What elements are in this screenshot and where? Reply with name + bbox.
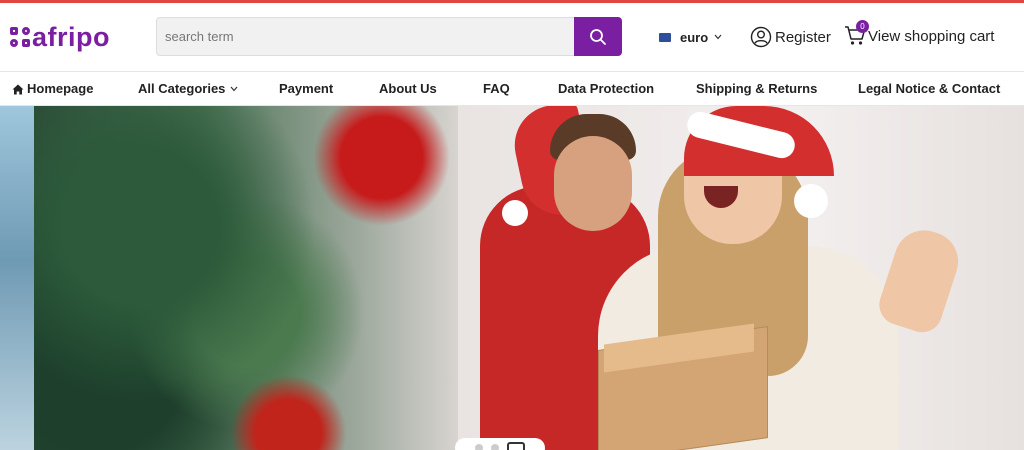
nav-item-faq[interactable]: FAQ xyxy=(483,72,510,106)
carousel-dot[interactable] xyxy=(491,444,499,450)
carousel-pagination xyxy=(455,438,545,450)
cart-count-badge: 0 xyxy=(856,20,869,33)
nav-label-shipping-returns: Shipping & Returns xyxy=(696,81,818,96)
nav-item-homepage[interactable]: Homepage xyxy=(12,72,93,106)
chevron-down-icon xyxy=(230,86,238,92)
currency-selector[interactable]: euro xyxy=(659,27,722,47)
nav-item-legal-notice-contact[interactable]: Legal Notice & Contact xyxy=(858,72,1000,106)
carousel-dot-active[interactable] xyxy=(507,442,525,450)
logo-text: afripo xyxy=(32,22,111,52)
nav-item-payment[interactable]: Payment xyxy=(279,72,333,106)
shopping-cart-link[interactable]: 0 View shopping cart xyxy=(844,20,995,50)
carousel-dot[interactable] xyxy=(475,444,483,450)
nav-label-data-protection: Data Protection xyxy=(558,81,655,96)
nav-label-about-us: About Us xyxy=(379,81,437,96)
site-header: afripo euro Register xyxy=(0,3,1024,71)
nav-label-legal-notice-contact: Legal Notice & Contact xyxy=(858,81,1001,96)
search-icon xyxy=(590,28,606,45)
main-navigation: Homepage All Categories Payment About Us… xyxy=(0,71,1024,106)
currency-label: euro xyxy=(680,29,709,45)
nav-label-faq: FAQ xyxy=(483,81,510,96)
nav-label-payment: Payment xyxy=(279,81,334,96)
cart-label: View shopping cart xyxy=(868,27,995,45)
search-input[interactable] xyxy=(156,17,574,56)
nav-label-all-categories: All Categories xyxy=(138,81,226,96)
search-bar xyxy=(156,17,622,56)
nav-item-shipping-returns[interactable]: Shipping & Returns xyxy=(696,72,817,106)
site-logo[interactable]: afripo xyxy=(10,22,110,52)
register-label: Register xyxy=(775,28,831,46)
nav-item-all-categories[interactable]: All Categories xyxy=(138,72,238,106)
nav-item-about-us[interactable]: About Us xyxy=(379,72,437,106)
register-link[interactable]: Register xyxy=(750,25,831,49)
eu-flag-icon xyxy=(659,32,671,42)
home-icon xyxy=(12,84,24,94)
hero-christmas-tree-bokeh xyxy=(34,106,458,450)
chevron-down-icon xyxy=(714,34,722,40)
nav-item-data-protection[interactable]: Data Protection xyxy=(558,72,654,106)
nav-label-homepage: Homepage xyxy=(27,81,94,96)
hero-christmas-couple-image xyxy=(458,106,1024,450)
logo-mark-icon xyxy=(10,27,30,47)
previous-slide-preview xyxy=(0,106,34,450)
user-circle-icon xyxy=(750,26,772,48)
search-button[interactable] xyxy=(574,17,622,56)
hero-carousel[interactable] xyxy=(0,106,1024,450)
